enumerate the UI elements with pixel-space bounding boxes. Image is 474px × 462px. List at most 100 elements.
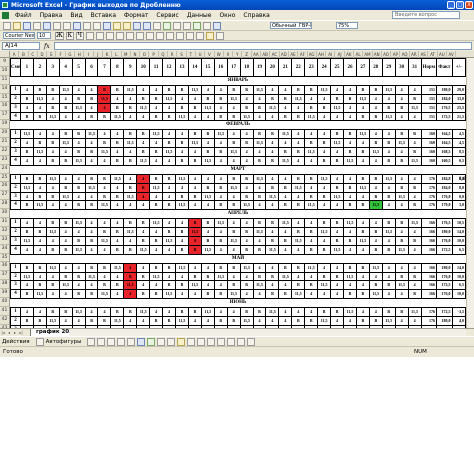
draw-actions-menu[interactable]: Действия xyxy=(2,339,30,345)
schedule-cell[interactable]: B xyxy=(330,271,344,282)
schedule-cell[interactable]: 4 xyxy=(97,182,112,193)
schedule-cell[interactable]: 4 xyxy=(110,236,125,246)
schedule-cell[interactable]: 4 xyxy=(368,93,383,104)
schedule-cell[interactable]: 11,5 xyxy=(71,218,86,229)
schedule-cell[interactable]: B xyxy=(394,218,409,229)
schedule-cell[interactable]: B xyxy=(368,227,383,238)
column-header[interactable]: W xyxy=(215,51,224,58)
schedule-cell[interactable]: 4 xyxy=(317,93,332,104)
schedule-cell[interactable]: 11,5 xyxy=(32,200,47,211)
schedule-cell[interactable]: 11,5 xyxy=(343,307,357,318)
schedule-cell[interactable]: 4 xyxy=(149,280,164,291)
schedule-cell[interactable]: 4 xyxy=(136,111,151,122)
schedule-cell[interactable]: 4 xyxy=(252,236,267,246)
norm-cell[interactable]: 166 xyxy=(420,289,438,300)
schedule-cell[interactable]: 4 xyxy=(355,102,370,113)
schedule-cell[interactable]: 11,5 xyxy=(110,173,125,184)
schedule-cell[interactable]: B xyxy=(58,129,73,140)
schedule-cell[interactable]: 4 xyxy=(304,289,319,300)
schedule-cell[interactable]: 4 xyxy=(175,129,189,140)
schedule-cell[interactable]: B xyxy=(175,138,189,149)
schedule-cell[interactable]: 4 xyxy=(394,227,409,238)
schedule-cell[interactable]: 4 xyxy=(265,316,280,326)
schedule-cell[interactable]: 11,5 xyxy=(19,271,34,282)
schedule-cell[interactable]: 4 xyxy=(123,147,138,158)
schedule-cell[interactable]: 4 xyxy=(355,244,370,255)
schedule-cell[interactable]: 4 xyxy=(19,84,34,95)
row-header[interactable]: 27 xyxy=(0,191,9,201)
schedule-cell[interactable]: B xyxy=(239,102,254,113)
schedule-cell[interactable]: B xyxy=(32,280,47,291)
schedule-cell[interactable]: 4 xyxy=(19,156,34,166)
row-header[interactable]: 39 xyxy=(0,289,9,299)
schedule-cell[interactable]: 11,5 xyxy=(278,129,293,140)
schedule-cell[interactable]: B xyxy=(368,316,383,326)
schedule-cell[interactable]: 11,5 xyxy=(330,244,344,255)
schedule-cell[interactable]: B xyxy=(187,102,202,113)
shift-header[interactable]: Смена xyxy=(10,58,21,77)
schedule-cell[interactable]: 4 xyxy=(97,156,112,166)
schedule-cell[interactable]: B xyxy=(317,138,332,149)
schedule-cell[interactable]: 4 xyxy=(97,271,112,282)
schedule-cell[interactable]: 4 xyxy=(84,84,99,95)
schedule-cell[interactable]: 4 xyxy=(123,236,138,246)
schedule-cell[interactable]: 4 xyxy=(187,236,202,246)
last-sheet-icon[interactable]: ▸| xyxy=(18,330,24,336)
schedule-cell[interactable]: B xyxy=(84,236,99,246)
schedule-cell[interactable]: 4 xyxy=(265,280,280,291)
day-header[interactable]: 16 xyxy=(213,58,228,77)
schedule-cell[interactable]: B xyxy=(136,129,151,140)
schedule-cell[interactable]: B xyxy=(175,84,189,95)
schedule-cell[interactable]: B xyxy=(97,262,112,273)
column-header[interactable]: K xyxy=(103,51,113,58)
schedule-cell[interactable]: B xyxy=(187,307,202,318)
schedule-cell[interactable]: 11,5 xyxy=(175,173,189,184)
row-header[interactable]: 26 xyxy=(0,182,9,192)
schedule-cell[interactable]: B xyxy=(149,111,164,122)
schedule-cell[interactable]: 4 xyxy=(71,262,86,273)
schedule-cell[interactable]: 11,5 xyxy=(136,307,151,318)
spelling-icon[interactable] xyxy=(73,21,81,30)
schedule-cell[interactable]: 4 xyxy=(45,147,60,158)
schedule-cell[interactable]: B xyxy=(252,156,267,166)
schedule-cell[interactable]: 4 xyxy=(226,102,241,113)
schedule-cell[interactable]: 4 xyxy=(58,227,73,238)
schedule-cell[interactable]: B xyxy=(123,129,138,140)
schedule-cell[interactable]: B xyxy=(97,173,112,184)
schedule-cell[interactable]: B xyxy=(200,93,215,104)
schedule-cell[interactable]: 11,5 xyxy=(213,271,228,282)
schedule-cell[interactable]: 4 xyxy=(136,84,151,95)
schedule-cell[interactable]: B xyxy=(265,129,280,140)
day-header[interactable]: 27 xyxy=(355,58,370,77)
shadow-icon[interactable] xyxy=(237,337,246,346)
dash-style-icon[interactable] xyxy=(217,337,226,346)
schedule-cell[interactable]: 11,5 xyxy=(304,200,319,211)
schedule-cell[interactable]: B xyxy=(71,93,86,104)
schedule-cell[interactable]: B xyxy=(71,200,86,211)
day-header[interactable]: 28 xyxy=(368,58,383,77)
day-header[interactable]: 31 xyxy=(407,58,422,77)
schedule-cell[interactable]: B xyxy=(291,262,306,273)
norm-cell[interactable]: 166 xyxy=(420,227,438,238)
schedule-cell[interactable]: 4 xyxy=(226,129,241,140)
schedule-cell[interactable]: 11,5 xyxy=(304,111,319,122)
schedule-cell[interactable]: 11,5 xyxy=(200,191,215,202)
schedule-cell[interactable]: B xyxy=(278,236,293,246)
schedule-cell[interactable]: 4 xyxy=(278,280,293,291)
schedule-cell[interactable]: 4 xyxy=(265,173,280,184)
schedule-cell[interactable]: B xyxy=(226,84,241,95)
schedule-cell[interactable]: 4 xyxy=(239,129,254,140)
schedule-cell[interactable]: 4 xyxy=(110,129,125,140)
schedule-cell[interactable]: 4 xyxy=(32,156,47,166)
rectangle-icon[interactable] xyxy=(107,337,116,346)
horizontal-scrollbar[interactable] xyxy=(70,329,466,336)
shift-cell[interactable]: 2 xyxy=(10,182,21,193)
schedule-cell[interactable]: 4 xyxy=(368,218,383,229)
column-header[interactable]: AD xyxy=(280,51,289,58)
schedule-cell[interactable]: 4 xyxy=(200,200,215,211)
schedule-cell[interactable]: B xyxy=(407,93,422,104)
schedule-cell[interactable]: 4 xyxy=(278,173,293,184)
schedule-cell[interactable]: 4 xyxy=(265,147,280,158)
help-icon[interactable] xyxy=(213,21,221,30)
schedule-cell[interactable]: B xyxy=(123,102,138,113)
